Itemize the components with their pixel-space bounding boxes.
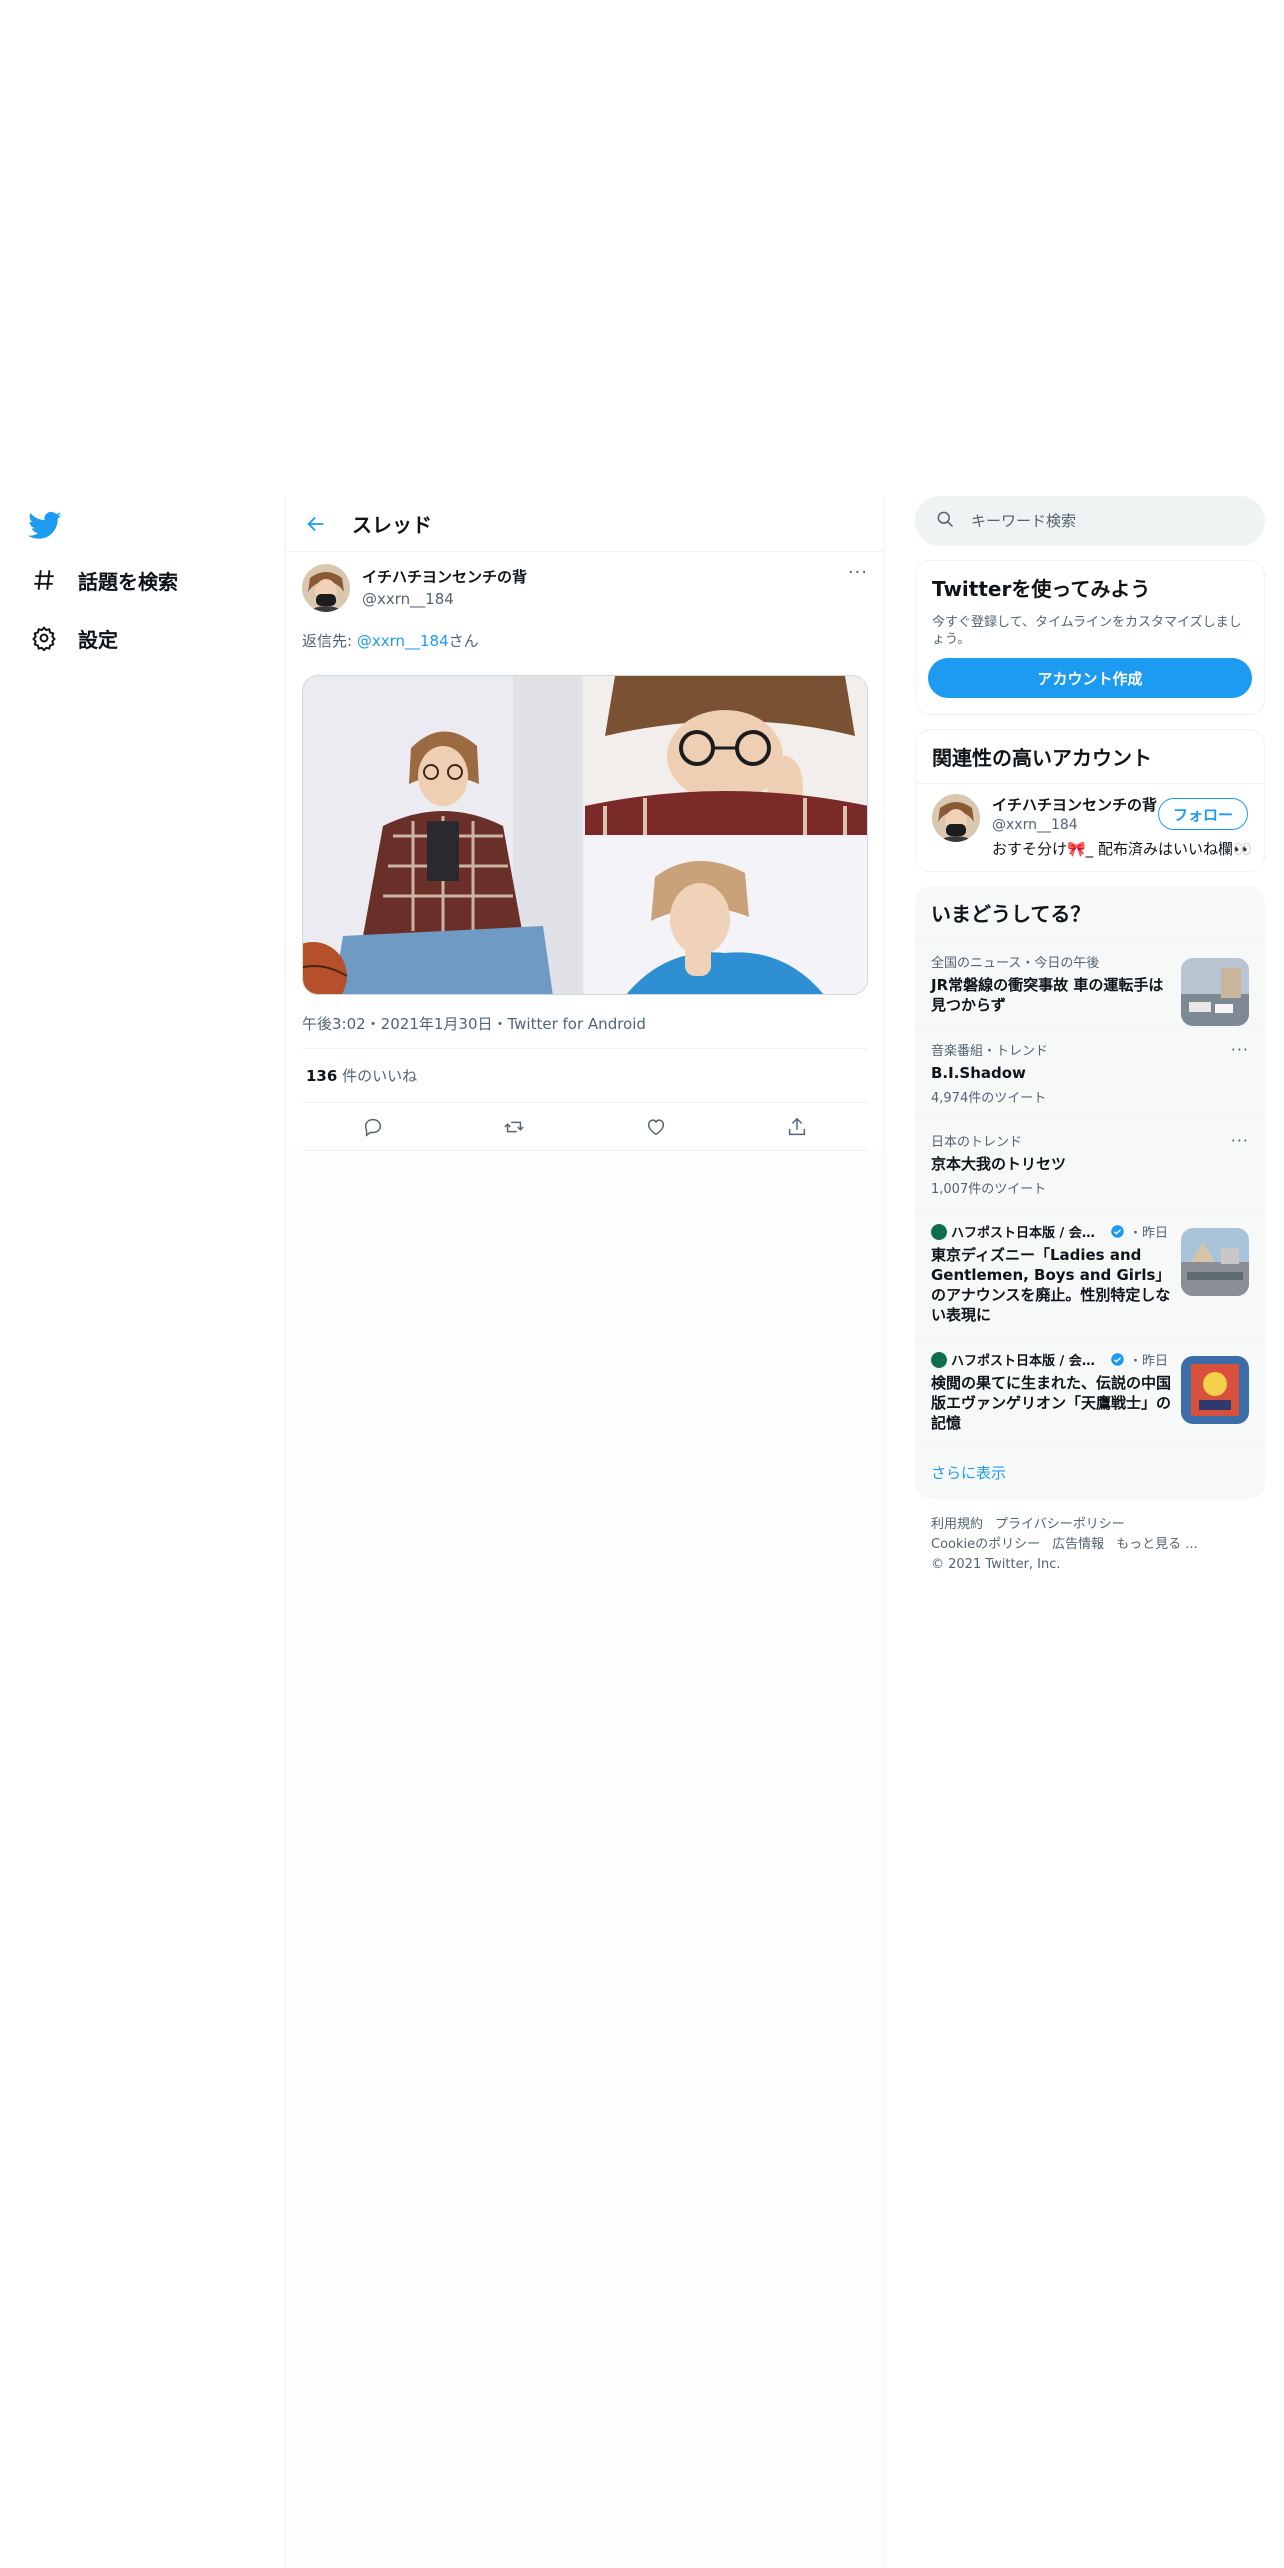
like-heart-icon[interactable] xyxy=(638,1109,674,1145)
gear-icon xyxy=(28,622,60,654)
nav-explore[interactable]: 話題を検索 xyxy=(28,560,178,600)
news-source: ハフポスト日本版 / 会話... ・昨日 xyxy=(931,1222,1176,1241)
publisher-name: ハフポスト日本版 / 会話... xyxy=(951,1226,1106,1241)
reply-icon[interactable] xyxy=(355,1109,391,1145)
trend-item[interactable]: 全国のニュース・今日の午後 JR常磐線の衝突事故 車の運転手は見つからず xyxy=(915,939,1265,1027)
thread-header: スレッド xyxy=(286,496,884,552)
more-options-icon[interactable]: ··· xyxy=(1231,1040,1249,1059)
trend-title: B.I.Shadow xyxy=(931,1064,1026,1082)
trends-card: いまどうしてる？ 全国のニュース・今日の午後 JR常磐線の衝突事故 車の運転手は… xyxy=(915,886,1265,1499)
hashtag-icon xyxy=(28,564,60,596)
tweet: イチハチヨンセンチの背 @xxrn__184 ··· 返信先: @xxrn__1… xyxy=(286,552,884,1151)
reply-prefix: 返信先: xyxy=(302,632,357,650)
trend-context: 音楽番組・トレンド xyxy=(931,1044,1049,1059)
tweet-photo-2[interactable] xyxy=(585,676,867,835)
publisher-logo-icon xyxy=(931,1351,947,1368)
footer-link-cookies[interactable]: Cookieのポリシー xyxy=(931,1537,1040,1552)
back-arrow-icon[interactable] xyxy=(298,506,334,542)
signup-card: Twitterを使ってみよう 今すぐ登録して、タイムラインをカスタマイズしましょ… xyxy=(915,560,1265,715)
follow-button[interactable]: フォロー xyxy=(1157,798,1248,830)
tweet-header: イチハチヨンセンチの背 @xxrn__184 ··· xyxy=(302,552,868,612)
reply-to: 返信先: @xxrn__184さん xyxy=(302,630,868,651)
tweet-actions xyxy=(302,1103,868,1151)
create-account-button[interactable]: アカウント作成 xyxy=(928,658,1252,698)
show-more-link[interactable]: さらに表示 xyxy=(915,1445,1265,1499)
display-name[interactable]: イチハチヨンセンチの背 xyxy=(362,566,527,587)
news-thumbnail xyxy=(1181,1228,1249,1296)
footer-link-ads[interactable]: 広告情報 xyxy=(1052,1537,1104,1552)
publisher-name: ハフポスト日本版 / 会話... xyxy=(951,1354,1106,1369)
trends-title: いまどうしてる？ xyxy=(931,902,1091,926)
signup-description: 今すぐ登録して、タイムラインをカスタマイズしましょう。 xyxy=(932,615,1242,647)
more-options-icon[interactable]: ··· xyxy=(848,562,868,583)
recommended-bio: おすそ分け🎀_ 配布済みはいいね欄👀 xyxy=(992,840,1252,858)
likes-summary[interactable]: 136 件のいいね xyxy=(302,1049,868,1103)
user-handle[interactable]: @xxrn__184 xyxy=(362,590,527,608)
nav-settings[interactable]: 設定 xyxy=(28,618,118,658)
search-icon xyxy=(935,509,955,533)
tweet-timestamp[interactable]: 午後3:02・2021年1月30日・Twitter for Android xyxy=(302,1013,868,1049)
search-input[interactable] xyxy=(971,512,1231,530)
tweet-media-grid xyxy=(302,675,868,995)
tweet-photo-3[interactable] xyxy=(585,837,867,994)
search-box[interactable] xyxy=(915,496,1265,546)
retweet-icon[interactable] xyxy=(496,1109,532,1145)
trend-count: 1,007件のツイート xyxy=(931,1182,1047,1197)
author-names: イチハチヨンセンチの背 @xxrn__184 xyxy=(362,564,527,612)
news-item[interactable]: ハフポスト日本版 / 会話... ・昨日 東京ディズニー「Ladies and … xyxy=(915,1209,1265,1337)
news-time: ・昨日 xyxy=(1129,1354,1169,1369)
twitter-logo-icon[interactable] xyxy=(28,508,62,542)
right-sidebar: Twitterを使ってみよう 今すぐ登録して、タイムラインをカスタマイズしましょ… xyxy=(915,496,1265,1591)
footer-link-privacy[interactable]: プライバシーポリシー xyxy=(995,1517,1125,1532)
news-title: 東京ディズニー「Ladies and Gentlemen, Boys and G… xyxy=(931,1246,1171,1324)
trend-thumbnail xyxy=(1181,958,1249,1026)
nav-settings-label: 設定 xyxy=(78,627,118,652)
footer-link-terms[interactable]: 利用規約 xyxy=(931,1517,983,1532)
publisher-logo-icon xyxy=(931,1223,947,1240)
trend-item[interactable]: 音楽番組・トレンド B.I.Shadow 4,974件のツイート ··· xyxy=(915,1027,1265,1118)
trend-count: 4,974件のツイート xyxy=(931,1091,1047,1106)
nav-explore-label: 話題を検索 xyxy=(78,569,178,594)
reply-suffix: さん xyxy=(448,632,479,650)
news-item[interactable]: ハフポスト日本版 / 会話... ・昨日 検閲の果てに生まれた、伝説の中国版エヴ… xyxy=(915,1337,1265,1445)
likes-label: 件のいいね xyxy=(337,1067,418,1085)
avatar[interactable] xyxy=(932,794,980,842)
verified-badge-icon xyxy=(1111,1225,1124,1238)
recommended-card: 関連性の高いアカウント イチハチヨンセンチの背 @xxrn__184 おすそ分け… xyxy=(915,729,1265,872)
recommended-handle: @xxrn__184 xyxy=(992,817,1078,833)
trend-context: 日本のトレンド xyxy=(931,1135,1023,1150)
news-title: 検閲の果てに生まれた、伝説の中国版エヴァンゲリオン「天鷹戦士」の記憶 xyxy=(931,1374,1172,1432)
reply-mention-link[interactable]: @xxrn__184 xyxy=(357,632,449,650)
more-options-icon[interactable]: ··· xyxy=(1231,1131,1249,1150)
trend-context: 全国のニュース・今日の午後 xyxy=(931,956,1100,971)
recommended-account[interactable]: イチハチヨンセンチの背 @xxrn__184 おすそ分け🎀_ 配布済みはいいね欄… xyxy=(916,783,1264,871)
news-time: ・昨日 xyxy=(1129,1226,1169,1241)
copyright: © 2021 Twitter, Inc. xyxy=(931,1557,1061,1572)
news-thumbnail xyxy=(1181,1356,1249,1424)
recommended-info: イチハチヨンセンチの背 @xxrn__184 おすそ分け🎀_ 配布済みはいいね欄… xyxy=(992,794,1252,859)
news-source: ハフポスト日本版 / 会話... ・昨日 xyxy=(931,1350,1176,1369)
left-sidebar: 話題を検索 設定 xyxy=(0,496,285,2568)
page-title: スレッド xyxy=(352,513,432,537)
verified-badge-icon xyxy=(1111,1353,1124,1366)
app: 話題を検索 設定 スレッド イチハチヨンセンチの背 @xxrn__184 ···… xyxy=(0,496,1284,2568)
trend-item[interactable]: 日本のトレンド 京本大我のトリセツ 1,007件のツイート ··· xyxy=(915,1118,1265,1209)
trend-title: JR常磐線の衝突事故 車の運転手は見つからず xyxy=(931,976,1164,1014)
footer-link-more[interactable]: もっと見る ... xyxy=(1116,1537,1198,1552)
avatar[interactable] xyxy=(302,564,350,612)
footer: 利用規約 プライバシーポリシー Cookieのポリシー 広告情報 もっと見る ... … xyxy=(915,1499,1265,1591)
trend-title: 京本大我のトリセツ xyxy=(931,1155,1067,1173)
signup-title: Twitterを使ってみよう xyxy=(932,577,1151,601)
recommended-name: イチハチヨンセンチの背 xyxy=(992,796,1158,814)
main-column: スレッド イチハチヨンセンチの背 @xxrn__184 ··· 返信先: @xx… xyxy=(285,496,885,2568)
tweet-photo-1[interactable] xyxy=(303,676,583,994)
share-icon[interactable] xyxy=(779,1109,815,1145)
likes-count: 136 xyxy=(306,1067,338,1085)
recommended-title: 関連性の高いアカウント xyxy=(932,746,1152,770)
